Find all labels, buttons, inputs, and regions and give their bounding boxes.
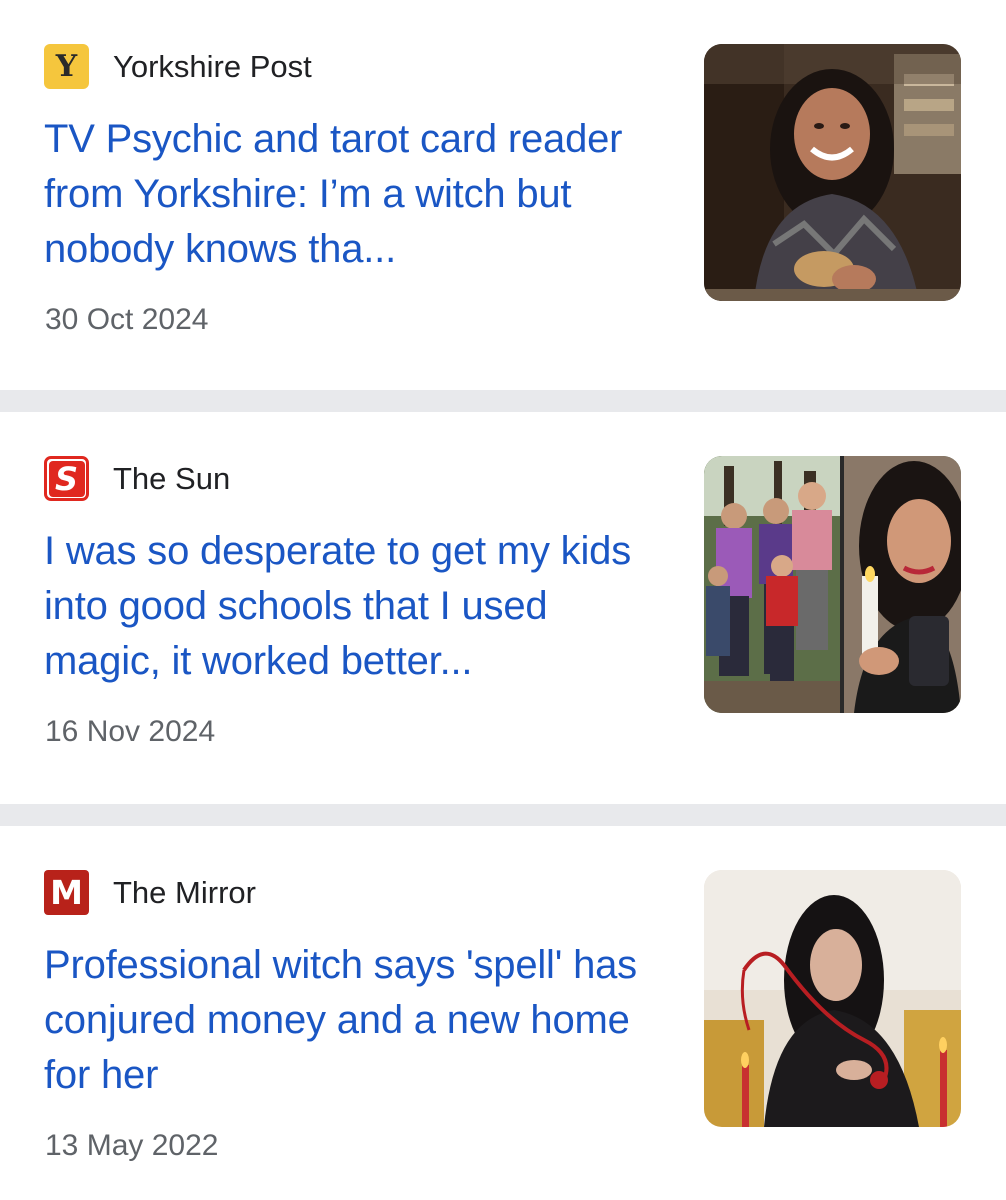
woman-smiling-photo-icon [704, 44, 961, 301]
headline-link[interactable]: Professional witch says 'spell' has conj… [44, 938, 664, 1103]
publish-date: 30 Oct 2024 [45, 303, 209, 336]
source-name: Yorkshire Post [113, 48, 312, 84]
the-mirror-logo-icon: M [44, 870, 89, 915]
source-row: M The Mirror [44, 870, 256, 915]
woman-with-ribbon-photo-icon [704, 870, 961, 1127]
source-row: S The Sun [44, 456, 230, 501]
publish-date: 13 May 2022 [45, 1129, 219, 1162]
source-row: Y Yorkshire Post [44, 44, 312, 89]
headline-link[interactable]: TV Psychic and tarot card reader from Yo… [44, 112, 664, 277]
publish-date: 16 Nov 2024 [45, 715, 216, 748]
article-thumbnail[interactable] [704, 870, 961, 1127]
divider [0, 804, 1006, 826]
the-sun-logo-icon: S [44, 456, 89, 501]
family-and-woman-photo-icon [704, 456, 961, 713]
divider [0, 390, 1006, 412]
source-name: The Mirror [113, 874, 256, 910]
news-card[interactable]: Y Yorkshire Post TV Psychic and tarot ca… [0, 0, 1006, 390]
yorkshire-post-logo-icon: Y [44, 44, 89, 89]
news-card[interactable]: M The Mirror Professional witch says 'sp… [0, 826, 1006, 1200]
news-card[interactable]: S The Sun I was so desperate to get my k… [0, 412, 1006, 804]
news-feed: Y Yorkshire Post TV Psychic and tarot ca… [0, 0, 1006, 1200]
headline-link[interactable]: I was so desperate to get my kids into g… [44, 524, 664, 689]
article-thumbnail[interactable] [704, 456, 961, 713]
source-name: The Sun [113, 460, 231, 496]
article-thumbnail[interactable] [704, 44, 961, 301]
